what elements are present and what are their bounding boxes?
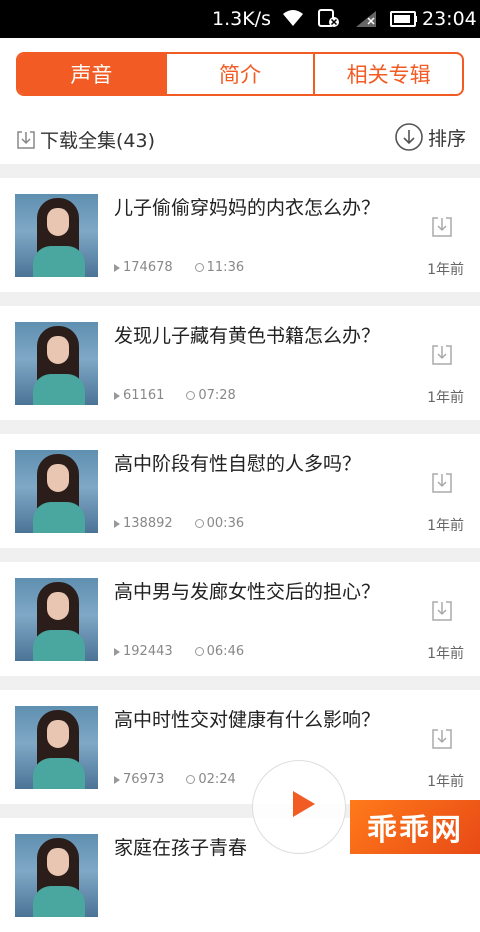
download-icon xyxy=(17,130,35,149)
duration: 11:36 xyxy=(206,260,245,275)
track-item[interactable]: 高中阶段有性自慰的人多吗？ 138892 00:36 1年前 xyxy=(0,434,480,548)
time-ago: 1年前 xyxy=(427,262,464,278)
play-count-icon xyxy=(114,775,120,784)
signal-icon xyxy=(356,11,376,27)
divider xyxy=(0,164,480,178)
play-count-icon xyxy=(114,263,120,272)
track-item[interactable]: 儿子偷偷穿妈妈的内衣怎么办？ 174678 11:36 1年前 xyxy=(0,178,480,292)
divider xyxy=(0,548,480,562)
clock-time: 23:04 xyxy=(422,8,477,30)
sort-icon xyxy=(395,123,423,151)
time-ago: 1年前 xyxy=(427,646,464,662)
track-cover xyxy=(15,834,98,917)
track-title: 高中阶段有性自慰的人多吗？ xyxy=(114,453,362,475)
track-title: 高中男与发廊女性交后的担心？ xyxy=(114,581,381,603)
track-meta: 192443 06:46 xyxy=(114,644,244,659)
time-ago: 1年前 xyxy=(427,518,464,534)
time-ago: 1年前 xyxy=(427,390,464,406)
tab-related-albums[interactable]: 相关专辑 xyxy=(315,54,462,94)
divider xyxy=(0,292,480,306)
duration-icon xyxy=(194,263,204,272)
track-title: 家庭在孩子青春 xyxy=(114,837,248,859)
track-item[interactable]: 发现儿子藏有黄色书籍怎么办？ 61161 07:28 1年前 xyxy=(0,306,480,420)
play-icon xyxy=(293,791,315,817)
duration: 06:46 xyxy=(206,644,245,659)
track-cover xyxy=(15,706,98,789)
duration-icon xyxy=(186,391,196,400)
duration: 02:24 xyxy=(198,772,236,787)
track-title: 儿子偷偷穿妈妈的内衣怎么办？ xyxy=(114,197,381,219)
sort-button[interactable]: 排序 xyxy=(394,122,466,152)
sort-label: 排序 xyxy=(427,127,466,150)
track-meta: 76973 02:24 xyxy=(114,772,236,787)
track-meta: 174678 11:36 xyxy=(114,260,244,275)
sim-icon xyxy=(318,9,339,27)
download-icon[interactable] xyxy=(431,216,453,238)
status-bar: 1.3K/s 23:04 xyxy=(0,0,480,38)
album-detail: 声音 简介 相关专辑 下载全集(43) 排序 儿子偷偷穿妈妈的内衣怎么办？ 17… xyxy=(0,38,480,932)
download-all-button[interactable]: 下载全集(43) xyxy=(16,126,155,153)
track-cover xyxy=(15,578,98,661)
wifi-icon xyxy=(283,10,303,26)
tab-intro[interactable]: 简介 xyxy=(167,54,316,94)
battery-icon xyxy=(390,11,417,27)
play-count: 174678 xyxy=(123,260,173,275)
duration-icon xyxy=(194,519,204,528)
play-count-icon xyxy=(114,391,120,400)
play-count: 76973 xyxy=(123,772,165,787)
play-count-icon xyxy=(114,519,120,528)
list-toolbar: 下载全集(43) 排序 xyxy=(0,116,480,164)
time-ago: 1年前 xyxy=(427,774,464,790)
download-icon[interactable] xyxy=(431,600,453,622)
network-speed: 1.3K/s xyxy=(212,8,271,30)
duration: 00:36 xyxy=(206,516,245,531)
download-icon[interactable] xyxy=(431,344,453,366)
download-icon[interactable] xyxy=(431,728,453,750)
duration-icon xyxy=(186,775,196,784)
download-icon[interactable] xyxy=(431,472,453,494)
track-cover xyxy=(15,194,98,277)
track-item[interactable]: 高中男与发廊女性交后的担心？ 192443 06:46 1年前 xyxy=(0,562,480,676)
play-count-icon xyxy=(114,647,120,656)
tab-bar: 声音 简介 相关专辑 xyxy=(16,52,464,96)
play-count: 61161 xyxy=(123,388,165,403)
download-all-label: 下载全集(43) xyxy=(40,130,156,152)
tab-sounds[interactable]: 声音 xyxy=(18,54,167,94)
play-count: 192443 xyxy=(123,644,173,659)
divider xyxy=(0,420,480,434)
floating-play-button[interactable] xyxy=(252,760,346,854)
track-title: 发现儿子藏有黄色书籍怎么办？ xyxy=(114,325,381,347)
track-item[interactable]: 高中时性交对健康有什么影响？ 76973 02:24 1年前 xyxy=(0,690,480,804)
track-meta: 138892 00:36 xyxy=(114,516,244,531)
play-count: 138892 xyxy=(123,516,173,531)
watermark-logo: 乖乖网 xyxy=(350,800,480,854)
divider xyxy=(0,676,480,690)
track-title: 高中时性交对健康有什么影响？ xyxy=(114,709,381,731)
duration-icon xyxy=(194,647,204,656)
track-cover xyxy=(15,450,98,533)
duration: 07:28 xyxy=(198,388,236,403)
track-meta: 61161 07:28 xyxy=(114,388,236,403)
track-cover xyxy=(15,322,98,405)
